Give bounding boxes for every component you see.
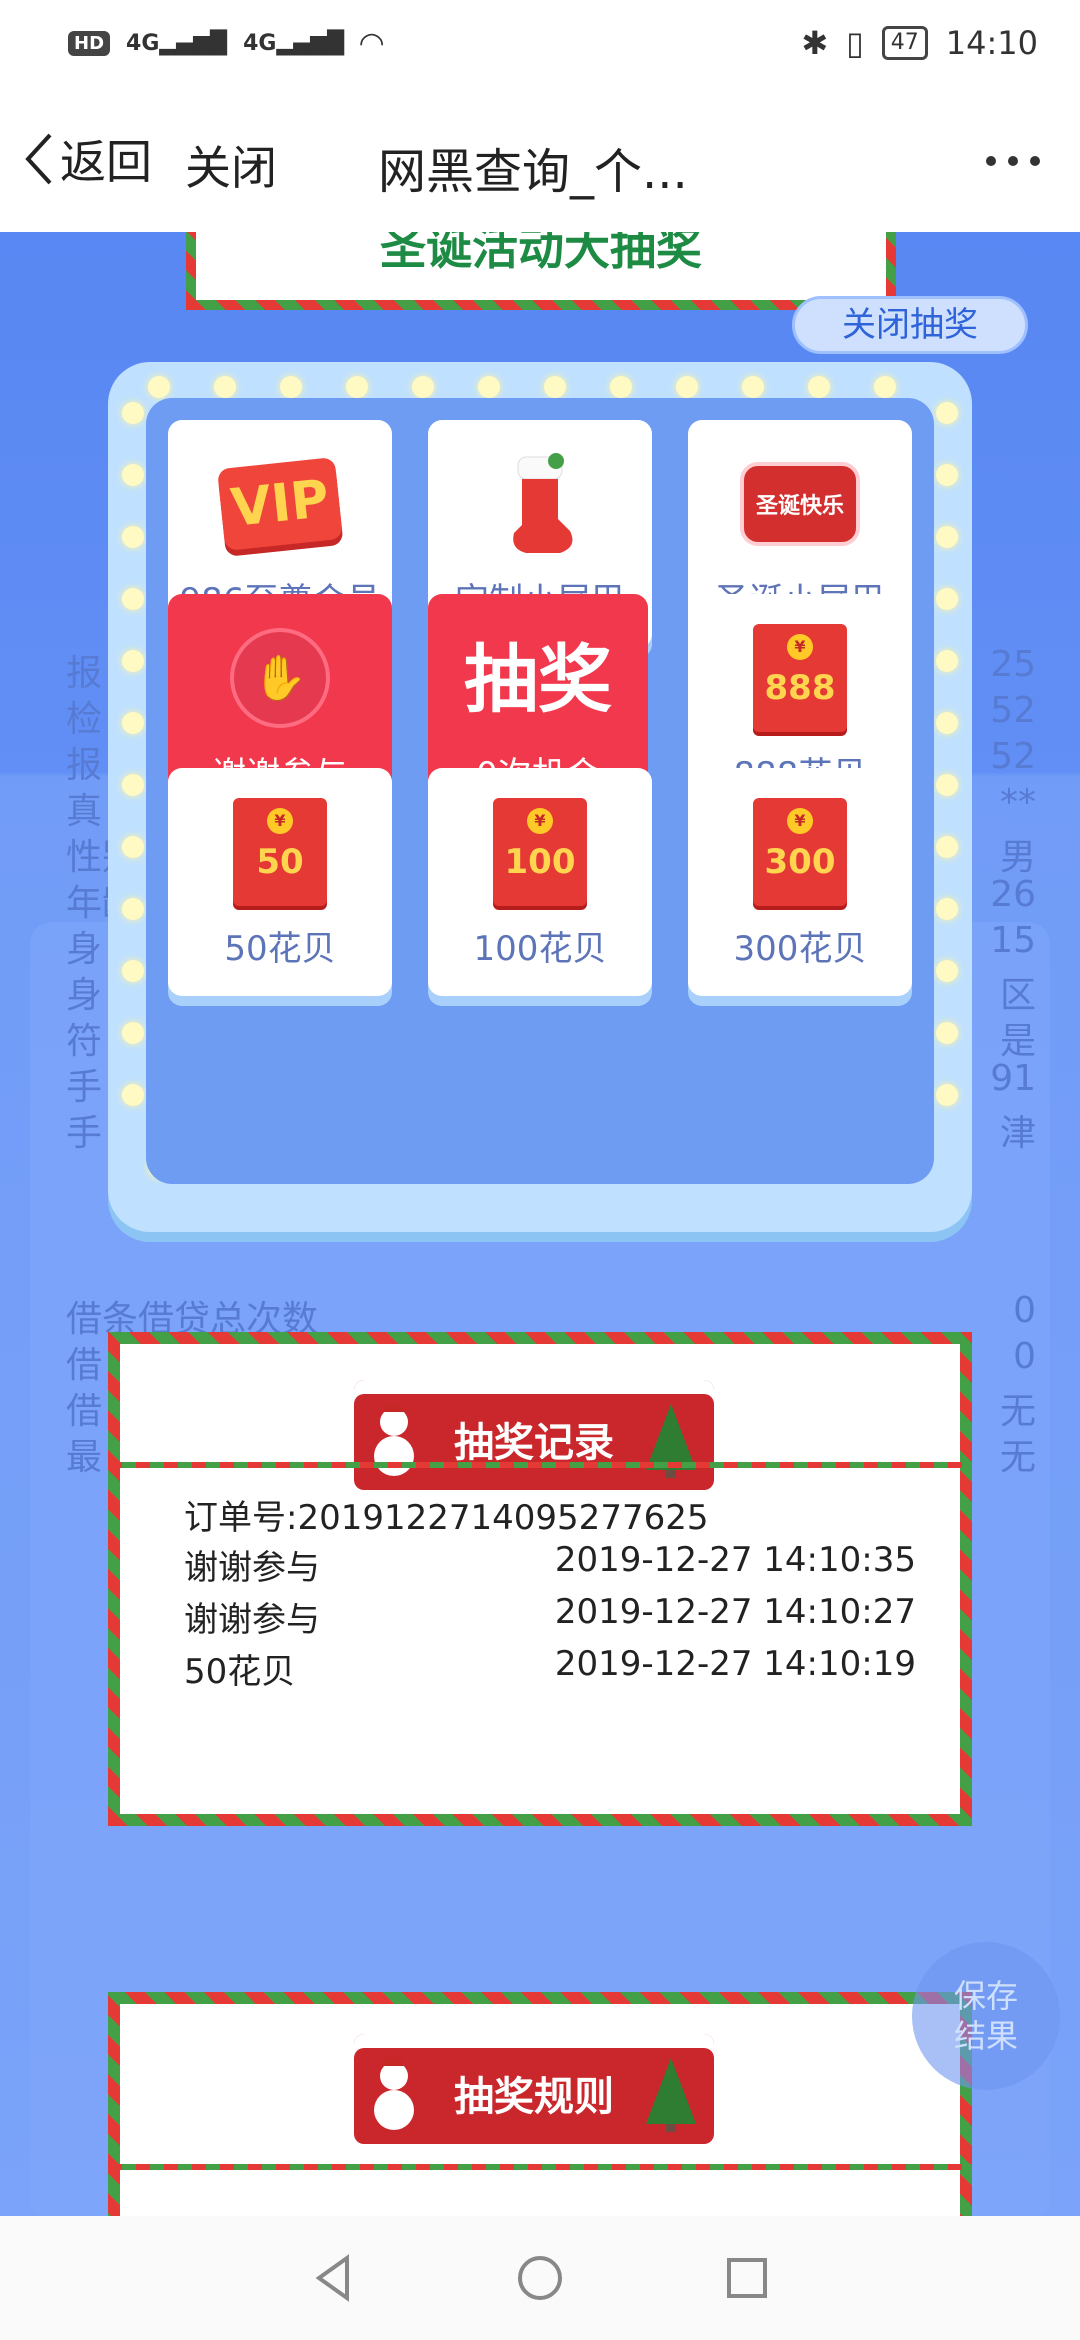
light-bulb: [936, 960, 958, 982]
save-result-button[interactable]: 保存 结果: [912, 1942, 1060, 2090]
light-bulb: [122, 588, 144, 610]
xmas-tree-icon: [646, 2058, 696, 2132]
light-bulb: [122, 1022, 144, 1044]
record-prize: 50花贝: [184, 1652, 296, 1692]
clock: 14:10: [945, 24, 1038, 62]
close-button[interactable]: 关闭: [185, 132, 277, 198]
red-envelope-icon: ¥300: [753, 798, 847, 906]
hd-badge: HD: [68, 30, 111, 56]
chevron-left-icon: [25, 133, 52, 185]
light-bulb: [478, 376, 500, 398]
record-divider: [108, 1462, 972, 1468]
campaign-title: 圣诞活动大抽奖: [380, 232, 702, 275]
board-grid: VIP 986至尊会员 定制小尾巴 圣诞快乐 圣诞小尾巴 ✋: [146, 398, 934, 1184]
light-bulb: [122, 650, 144, 672]
light-bulb: [346, 376, 368, 398]
order-number: 订单号:2019122714095277625: [184, 1498, 709, 1538]
bluetooth-icon: ✱: [801, 24, 829, 62]
light-bulb: [214, 376, 236, 398]
light-bulb: [122, 402, 144, 424]
rules-divider: [108, 2164, 972, 2170]
light-bulb: [936, 588, 958, 610]
record-row: 50花贝 2019-12-27 14:10:19: [184, 1644, 916, 1693]
light-bulb: [936, 464, 958, 486]
close-lottery-button[interactable]: 关闭抽奖: [792, 296, 1028, 354]
lottery-record-card: 抽奖记录 订单号:2019122714095277625 谢谢参与 2019-1…: [108, 1332, 972, 1826]
vibrate-icon: ▯: [846, 24, 864, 62]
light-bulb: [122, 464, 144, 486]
red-envelope-icon: ¥100: [493, 798, 587, 906]
light-bulb: [936, 774, 958, 796]
lottery-rules-card: 抽奖规则: [108, 1992, 972, 2216]
system-nav-bar: [0, 2216, 1080, 2340]
record-time: 2019-12-27 14:10:35: [554, 1540, 916, 1580]
back-triangle-icon[interactable]: [305, 2250, 361, 2306]
record-time: 2019-12-27 14:10:19: [554, 1644, 916, 1684]
light-bulb: [280, 376, 302, 398]
prize-label: 50花贝: [224, 929, 336, 969]
light-bulb: [122, 836, 144, 858]
nav-bar: 返回 关闭 网黑查询_个...: [0, 86, 1080, 232]
page-title: 网黑查询_个...: [378, 144, 688, 200]
prize-label: 300花贝: [733, 929, 867, 969]
home-circle-icon[interactable]: [512, 2250, 568, 2306]
record-ribbon: 抽奖记录: [354, 1380, 714, 1490]
light-bulb: [936, 1022, 958, 1044]
rules-ribbon: 抽奖规则: [354, 2034, 714, 2144]
status-right: ✱ ▯ 47 14:10: [801, 24, 1038, 62]
record-prize: 谢谢参与: [184, 1600, 320, 1640]
xmas-tree-icon: [646, 1404, 696, 1478]
xmas-campaign-banner: 圣诞活动大抽奖: [186, 232, 896, 310]
light-bulb: [936, 526, 958, 548]
light-bulb: [808, 376, 830, 398]
prize-label: 100花贝: [473, 929, 607, 969]
stocking-icon: [513, 453, 573, 553]
prize-cell-100: ¥100 100花贝: [428, 768, 652, 996]
light-bulb: [676, 376, 698, 398]
prize-cell-300: ¥300 300花贝: [688, 768, 912, 996]
record-row: 谢谢参与 2019-12-27 14:10:35: [184, 1540, 916, 1589]
record-row: 谢谢参与 2019-12-27 14:10:27: [184, 1592, 916, 1641]
handshake-icon: ✋: [230, 628, 330, 728]
status-bar: HD 4G▂▄▆█ 4G▂▄▆█ ◠ ✱ ▯ 47 14:10: [0, 0, 1080, 86]
back-label: 返回: [60, 135, 152, 189]
light-bulb: [936, 402, 958, 424]
light-bulb: [936, 712, 958, 734]
light-bulb: [122, 526, 144, 548]
light-bulb: [610, 376, 632, 398]
back-button[interactable]: 返回: [20, 126, 152, 192]
light-bulb: [412, 376, 434, 398]
light-bulb: [122, 712, 144, 734]
red-envelope-icon: ¥888: [753, 624, 847, 732]
light-bulb: [742, 376, 764, 398]
vip-icon: VIP: [217, 457, 343, 551]
light-bulb: [122, 774, 144, 796]
light-bulb: [936, 836, 958, 858]
signal-2-icon: 4G▂▄▆█: [243, 30, 345, 56]
status-left: HD 4G▂▄▆█ 4G▂▄▆█ ◠: [68, 26, 383, 61]
wifi-icon: ◠: [360, 25, 384, 61]
more-menu-icon[interactable]: [986, 156, 1040, 166]
red-envelope-icon: ¥50: [233, 798, 327, 906]
lottery-board: VIP 986至尊会员 定制小尾巴 圣诞快乐 圣诞小尾巴 ✋: [108, 362, 972, 1232]
light-bulb: [936, 650, 958, 672]
record-time: 2019-12-27 14:10:27: [554, 1592, 916, 1632]
light-bulb: [122, 898, 144, 920]
light-bulb: [148, 376, 170, 398]
signal-1-icon: 4G▂▄▆█: [126, 30, 228, 56]
record-prize: 谢谢参与: [184, 1548, 320, 1588]
recents-square-icon[interactable]: [719, 2250, 775, 2306]
draw-title: 抽奖: [464, 637, 612, 723]
light-bulb: [122, 1084, 144, 1106]
battery-icon: 47: [881, 26, 928, 60]
light-bulb: [544, 376, 566, 398]
light-bulb: [874, 376, 896, 398]
light-bulb: [936, 1084, 958, 1106]
xmas-sign-icon: 圣诞快乐: [740, 462, 860, 546]
prize-cell-50: ¥50 50花贝: [168, 768, 392, 996]
light-bulb: [936, 898, 958, 920]
page-content: 报 25 检 52 报 52 真 ** 性别 男 年龄: 26 身 15 身 区…: [0, 232, 1080, 2216]
light-bulb: [122, 960, 144, 982]
